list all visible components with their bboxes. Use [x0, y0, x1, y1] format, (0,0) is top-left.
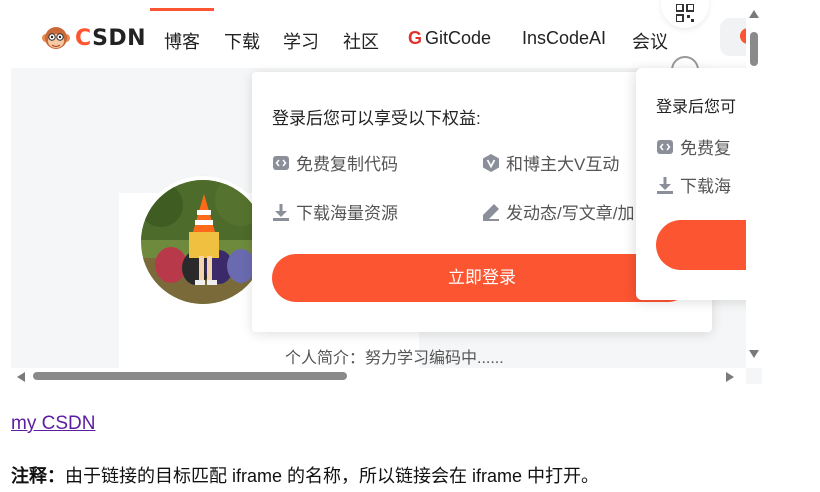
benefit-label: 和博主大V互动: [506, 155, 620, 174]
scroll-right-arrow-icon[interactable]: [726, 372, 734, 382]
code-copy-icon: [657, 139, 673, 154]
benefit-label: 下载海: [680, 177, 731, 196]
vertical-scroll-thumb[interactable]: [750, 32, 758, 66]
gitcode-g-icon: G: [408, 28, 423, 48]
benefit-download: 下载海量资源: [272, 199, 398, 224]
iframe-frame: CSDN 博客 下载 学习 社区 GGitCode InsCodeAI 会议: [11, 0, 762, 384]
scroll-up-arrow-icon[interactable]: [749, 10, 759, 18]
benefit-interact: 和博主大V互动: [482, 150, 619, 175]
csdn-header: CSDN 博客 下载 学习 社区 G GitCode InsCodeAI 会议: [11, 0, 760, 68]
popup-title: 登录后您可以享受以下权益:: [272, 109, 481, 128]
profile-avatar[interactable]: [141, 180, 265, 304]
benefit-download: 下载海: [656, 172, 731, 197]
nav-inscodeai[interactable]: InsCodeAI: [522, 28, 606, 49]
csdn-logo[interactable]: CSDN: [41, 24, 146, 52]
monkey-logo-icon: [42, 27, 70, 49]
v-badge-icon: [483, 153, 499, 172]
benefit-label: 免费复: [680, 139, 731, 158]
qr-code-button[interactable]: [661, 0, 709, 28]
scroll-down-arrow-icon[interactable]: [749, 350, 759, 358]
pen-icon: [483, 203, 499, 221]
vertical-scrollbar[interactable]: [746, 0, 762, 368]
nav-meeting[interactable]: 会议: [632, 28, 668, 54]
popup-title: 登录后您可: [656, 99, 737, 116]
login-now-button[interactable]: 立即登录: [272, 254, 692, 302]
note-paragraph: 注释：由于链接的目标匹配 iframe 的名称，所以链接会在 iframe 中打…: [11, 462, 599, 488]
note-label: 注释：: [11, 466, 65, 486]
scroll-left-arrow-icon[interactable]: [17, 372, 25, 382]
qr-code-icon: [676, 4, 694, 22]
nav-blog[interactable]: 博客: [150, 8, 214, 54]
avatar-photo-image: [141, 180, 265, 304]
horizontal-scrollbar[interactable]: [11, 368, 746, 384]
download-icon: [273, 203, 289, 221]
note-text: 由于链接的目标匹配 iframe 的名称，所以链接会在 iframe 中打开。: [65, 466, 600, 486]
nav-download[interactable]: 下载: [224, 28, 260, 54]
benefit-copy-code: 免费复制代码: [272, 150, 398, 175]
benefit-label: 免费复制代码: [296, 155, 398, 174]
nav-gitcode-label: GitCode: [425, 28, 492, 48]
nav-learn[interactable]: 学习: [283, 28, 319, 54]
benefit-post: 发动态/写文章/加: [482, 199, 634, 224]
code-copy-icon: [273, 155, 289, 170]
download-icon: [657, 176, 673, 194]
benefit-label: 下载海量资源: [296, 204, 398, 223]
login-benefits-popup-duplicate: 登录后您可 免费复 下载海: [636, 68, 762, 300]
profile-bio: 个人简介：努力学习编码中......: [285, 350, 504, 367]
nav-gitcode[interactable]: G GitCode: [408, 28, 491, 49]
horizontal-scroll-thumb[interactable]: [33, 372, 347, 380]
my-csdn-link[interactable]: my CSDN: [11, 413, 95, 435]
nav-community[interactable]: 社区: [343, 28, 379, 54]
benefit-copy-code: 免费复: [656, 134, 731, 159]
benefit-label: 发动态/写文章/加: [506, 204, 635, 223]
logo-wordmark: CSDN: [75, 25, 147, 51]
